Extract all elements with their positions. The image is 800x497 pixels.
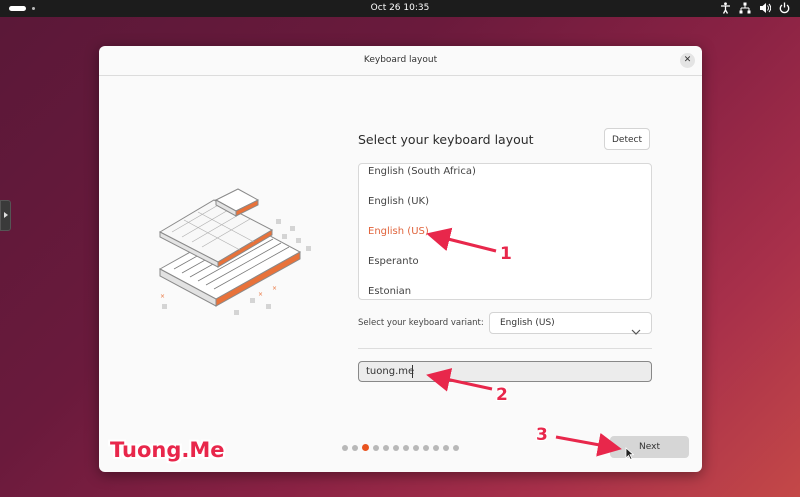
annotation-arrow-2 [426,368,493,392]
annotation-arrow-1 [426,227,497,253]
annotation-arrow-3 [555,432,622,457]
annotation-number-3: 3 [536,425,548,445]
annotation-arrows [426,227,622,457]
watermark: Tuong.Me [110,438,225,462]
mouse-pointer-icon [625,447,634,460]
annotation-number-1: 1 [500,244,512,264]
annotation-number-2: 2 [496,385,508,405]
